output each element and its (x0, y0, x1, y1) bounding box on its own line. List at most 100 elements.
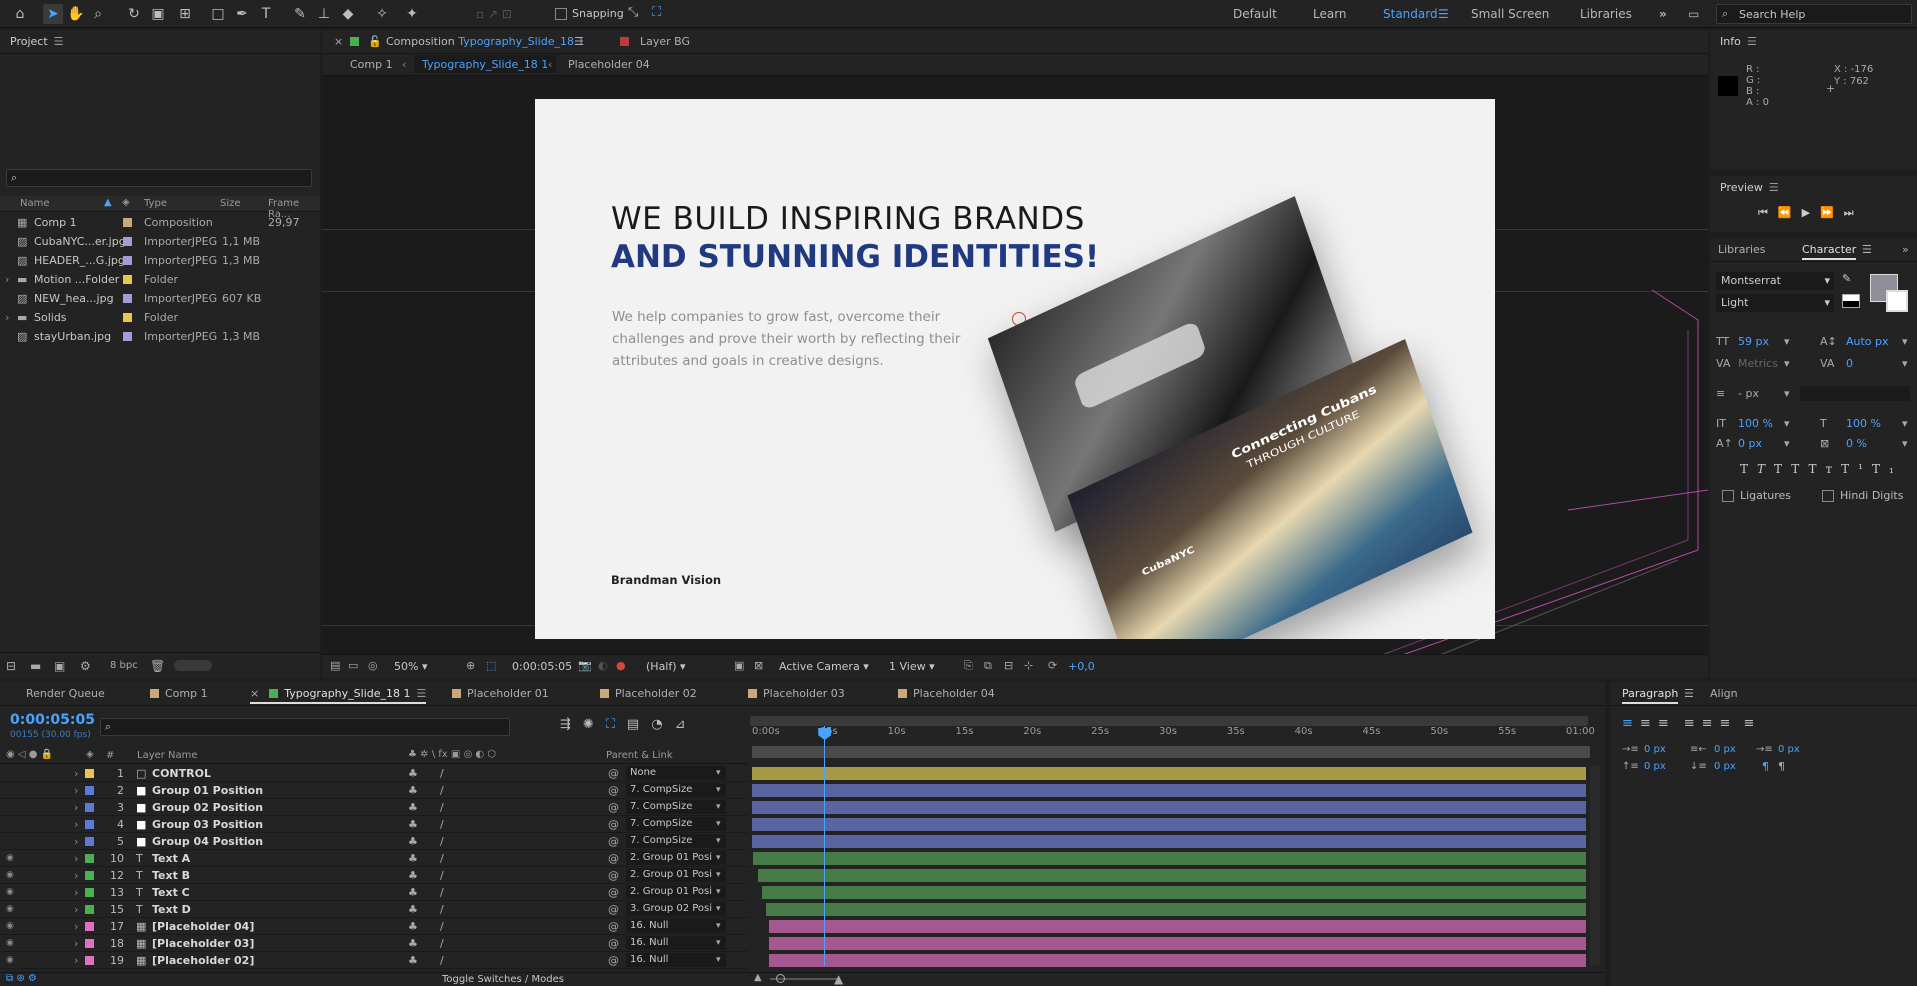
indent-left-value[interactable]: 0 px (1644, 744, 1666, 755)
column-size[interactable]: Size (220, 198, 241, 209)
shy-switch-icon[interactable]: ♣ (408, 952, 418, 969)
snap-options-icon[interactable]: ⤡ (628, 5, 638, 20)
layer-label-chip[interactable] (85, 786, 94, 795)
stroke-width-value[interactable]: - px (1738, 384, 1759, 403)
layer-search-input[interactable]: ⌕ (100, 718, 510, 736)
trash-icon[interactable]: 🗑 (150, 659, 165, 673)
layer-name[interactable]: Text A (152, 850, 190, 867)
more-workspaces-icon[interactable]: » (1659, 7, 1667, 21)
frame-blending-icon[interactable]: ▤ (627, 717, 651, 732)
shy-switch-icon[interactable]: ♣ (408, 850, 418, 867)
layer-row[interactable]: ◉ › 13 T Text C ♣ / @2. Group 01 Posi ▾ (0, 884, 748, 901)
monitor-icon[interactable]: ▭ (348, 659, 358, 672)
layer-name[interactable]: CONTROL (152, 765, 211, 782)
parent-dropdown[interactable]: 2. Group 01 Posi (626, 885, 726, 899)
item-label-chip[interactable] (123, 237, 132, 246)
home-icon[interactable]: ⌂ (10, 4, 30, 24)
pick-whip-icon[interactable]: @ (608, 867, 619, 884)
interpret-footage-icon[interactable]: ⊟ (6, 659, 16, 673)
region-of-interest-icon[interactable]: ▣ (734, 659, 744, 672)
parent-dropdown[interactable]: 7. CompSize (626, 800, 726, 814)
quality-switch-icon[interactable]: / (440, 833, 444, 850)
play-icon[interactable]: ▶ (1802, 206, 1820, 219)
composition-tab[interactable]: Composition Typography_Slide_18 1 (386, 30, 584, 54)
new-composition-icon[interactable]: ▣ (54, 659, 65, 673)
timeline-tab[interactable]: × Typography_Slide_18 1 ☰ (250, 682, 427, 704)
layer-name[interactable]: [Placeholder 02] (152, 952, 254, 969)
left-to-right-icon[interactable]: ¶ (1762, 760, 1769, 773)
item-label-chip[interactable] (123, 313, 132, 322)
timeline-tab[interactable]: Placeholder 02 (600, 682, 697, 706)
faux-italic-button[interactable]: T (1757, 462, 1774, 476)
next-frame-icon[interactable]: ⏩ (1820, 206, 1844, 219)
zoom-tool-icon[interactable]: ⌕ (88, 4, 108, 24)
expand-layer-icon[interactable]: › (74, 901, 78, 918)
expand-layer-icon[interactable]: › (74, 816, 78, 833)
expand-layer-icon[interactable]: › (74, 918, 78, 935)
parent-dropdown[interactable]: 7. CompSize (626, 817, 726, 831)
project-settings-icon[interactable]: ⚙ (80, 659, 91, 673)
layer-name[interactable]: Group 04 Position (152, 833, 263, 850)
timeline-icon[interactable]: ⊟ (1004, 659, 1013, 672)
project-item[interactable]: ▨ HEADER_...G.jpg ImporterJPEG 1,3 MB (0, 251, 320, 270)
workspace-standard[interactable]: Standard (1383, 7, 1438, 21)
exposure-value[interactable]: +0,0 (1068, 660, 1095, 673)
pick-whip-icon[interactable]: @ (608, 782, 619, 799)
project-item[interactable]: ▨ NEW_hea...jpg ImporterJPEG 607 KB (0, 289, 320, 308)
justify-all-icon[interactable]: ≡ (1743, 716, 1761, 731)
timeline-timecode[interactable]: 0:00:05:05 (10, 712, 95, 728)
work-area-navigator[interactable] (750, 716, 1588, 726)
breadcrumb-typography[interactable]: Typography_Slide_18 1 (414, 55, 557, 73)
brush-tool-icon[interactable]: ✎ (290, 4, 310, 24)
hindi-digits-checkbox[interactable] (1822, 490, 1834, 502)
layer-bar[interactable] (768, 920, 1586, 933)
parent-dropdown[interactable]: 7. CompSize (626, 783, 726, 797)
item-label-chip[interactable] (123, 294, 132, 303)
project-item[interactable]: › ▬ Solids Folder (0, 308, 320, 327)
layer-label-chip[interactable] (85, 922, 94, 931)
layer-bar[interactable] (765, 903, 1586, 916)
expand-icon[interactable]: › (5, 270, 9, 289)
pick-whip-icon[interactable]: @ (608, 833, 619, 850)
roto-brush-tool-icon[interactable]: ✧ (372, 4, 392, 24)
layer-row[interactable]: › 5 ■ Group 04 Position ♣ / @7. CompSize ▾ (0, 833, 748, 850)
align-left-icon[interactable]: ≡ (1622, 716, 1640, 731)
parent-dropdown[interactable]: 3. Group 02 Posi (626, 902, 726, 916)
expand-layer-icon[interactable]: › (74, 935, 78, 952)
help-search-box[interactable]: ⌕ Search Help (1716, 4, 1912, 24)
font-style-dropdown[interactable]: Light ▾ (1716, 294, 1834, 312)
item-label-chip[interactable] (123, 256, 132, 265)
mask-visibility-icon[interactable]: ⬚ (486, 659, 496, 672)
shy-switch-icon[interactable]: ♣ (408, 765, 418, 782)
grid-guides-icon[interactable]: ⊕ (466, 659, 475, 672)
zoom-out-icon[interactable]: ▲ (754, 972, 762, 983)
expand-layer-icon[interactable]: › (74, 884, 78, 901)
vertical-scale-value[interactable]: 100 % (1738, 414, 1773, 433)
layer-bar[interactable] (752, 784, 1586, 797)
layer-name[interactable]: Text C (152, 884, 190, 901)
zoom-slider-handle[interactable] (776, 974, 785, 983)
shy-switch-icon[interactable]: ♣ (408, 816, 418, 833)
visibility-eye-icon[interactable]: ◉ (6, 850, 14, 867)
layer-row[interactable]: ◉ › 18 ▦ [Placeholder 03] ♣ / @16. Null ▾ (0, 935, 748, 952)
always-preview-icon[interactable]: ▤ (330, 659, 340, 672)
project-search-input[interactable]: ⌕ (6, 169, 312, 187)
layer-name[interactable]: Text B (152, 867, 190, 884)
workspace-layout-icon[interactable]: ▭ (1688, 7, 1699, 21)
last-frame-icon[interactable]: ⏭ (1844, 206, 1864, 219)
align-right-icon[interactable]: ≡ (1658, 716, 1676, 731)
help-search-input[interactable]: Search Help (1739, 8, 1805, 21)
expand-layer-icon[interactable]: › (74, 833, 78, 850)
layer-bar[interactable] (752, 818, 1586, 831)
shy-switch-icon[interactable]: ♣ (408, 799, 418, 816)
rotate-tool-icon[interactable]: ↻ (124, 4, 144, 24)
right-to-left-icon[interactable]: ¶ (1778, 760, 1785, 773)
layer-bar[interactable] (761, 886, 1586, 899)
tab-character[interactable]: Character (1802, 238, 1857, 260)
font-size-value[interactable]: 59 px (1738, 332, 1769, 351)
layer-row[interactable]: › 2 ■ Group 01 Position ♣ / @7. CompSize ▾ (0, 782, 748, 799)
rectangle-tool-icon[interactable]: □ (208, 4, 228, 24)
camera-tool-icon[interactable]: ▣ (148, 4, 168, 24)
lock-icon[interactable]: 🔓 (368, 35, 382, 48)
quality-switch-icon[interactable]: / (440, 935, 444, 952)
